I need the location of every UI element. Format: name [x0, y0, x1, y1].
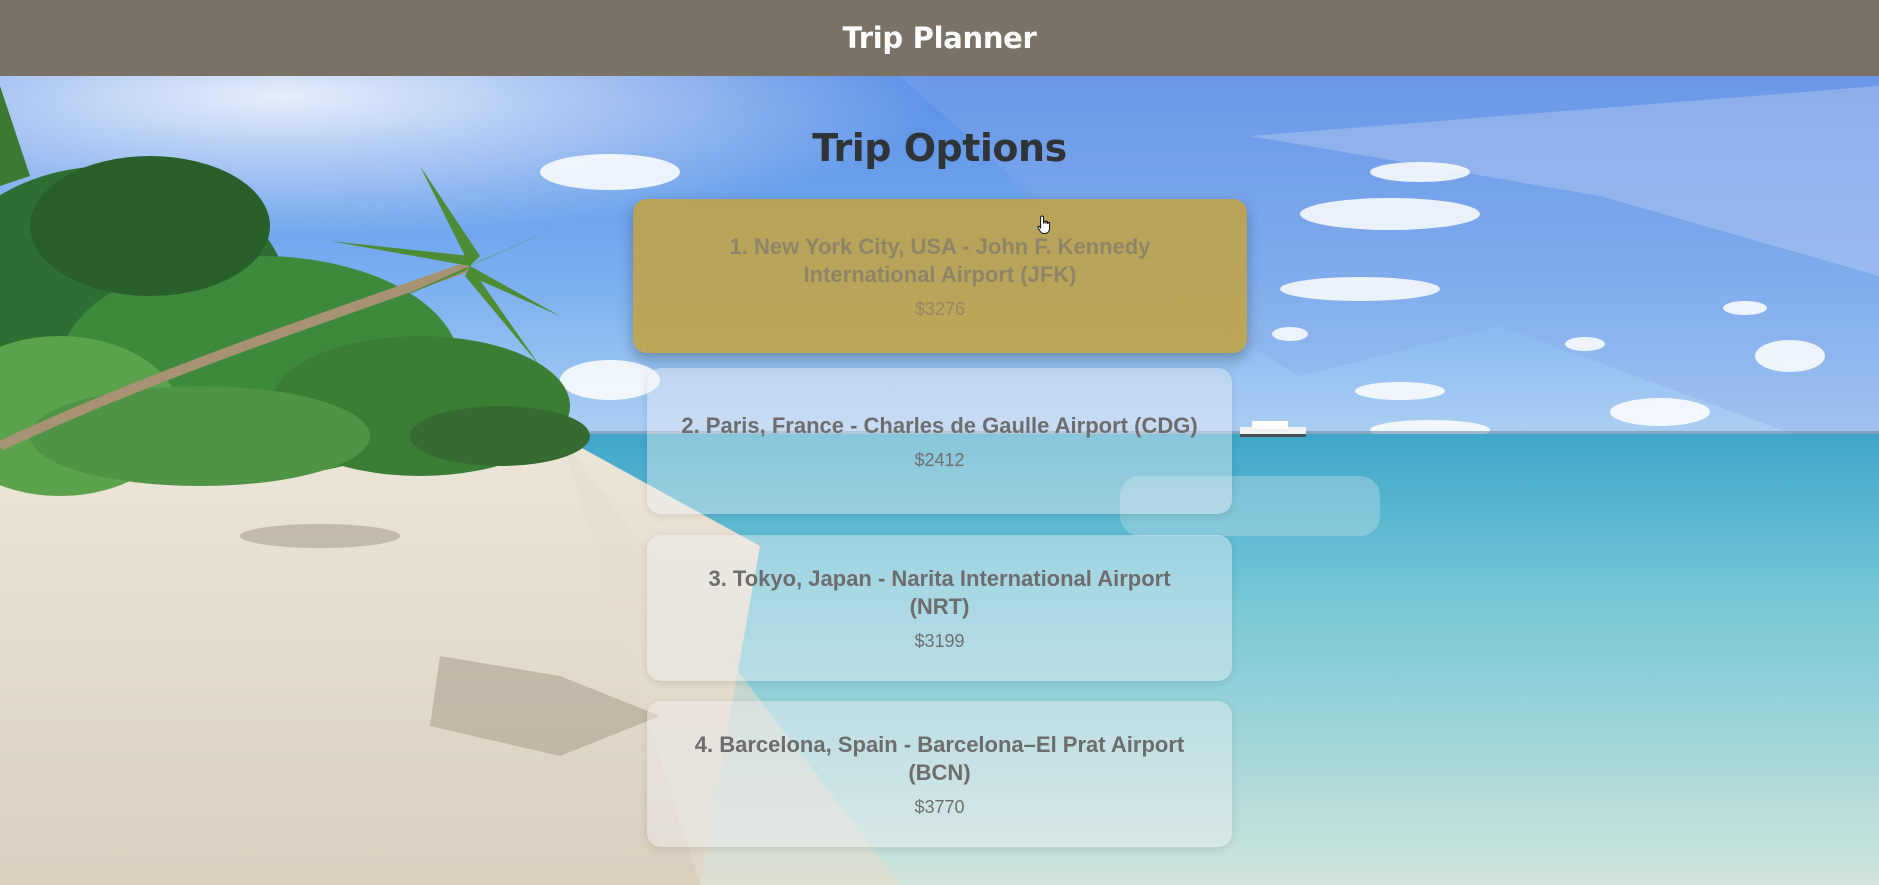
- trip-option-price: $2412: [914, 449, 965, 470]
- page-title: Trip Options: [812, 126, 1067, 170]
- app-title: Trip Planner: [842, 21, 1037, 55]
- trip-option-card-3[interactable]: 3. Tokyo, Japan - Narita International A…: [647, 535, 1232, 681]
- app-header: Trip Planner: [0, 0, 1879, 76]
- trip-option-name: 4. Barcelona, Spain - Barcelona–El Prat …: [694, 731, 1185, 785]
- trip-option-card-4[interactable]: 4. Barcelona, Spain - Barcelona–El Prat …: [647, 701, 1232, 847]
- trip-option-price: $3770: [914, 796, 965, 817]
- trip-option-name: 3. Tokyo, Japan - Narita International A…: [708, 565, 1171, 619]
- trip-option-card-1[interactable]: 1. New York City, USA - John F. Kennedy …: [633, 199, 1247, 353]
- trip-option-price: $3276: [914, 298, 966, 319]
- trip-options-section: Trip Options 1. New York City, USA - Joh…: [0, 76, 1879, 885]
- trip-option-price: $3199: [914, 630, 965, 651]
- trip-option-name: 1. New York City, USA - John F. Kennedy …: [729, 233, 1151, 287]
- trip-option-name: 2. Paris, France - Charles de Gaulle Air…: [681, 412, 1198, 438]
- hand-pointer-icon: [1037, 215, 1051, 234]
- trip-option-card-2[interactable]: 2. Paris, France - Charles de Gaulle Air…: [647, 368, 1232, 514]
